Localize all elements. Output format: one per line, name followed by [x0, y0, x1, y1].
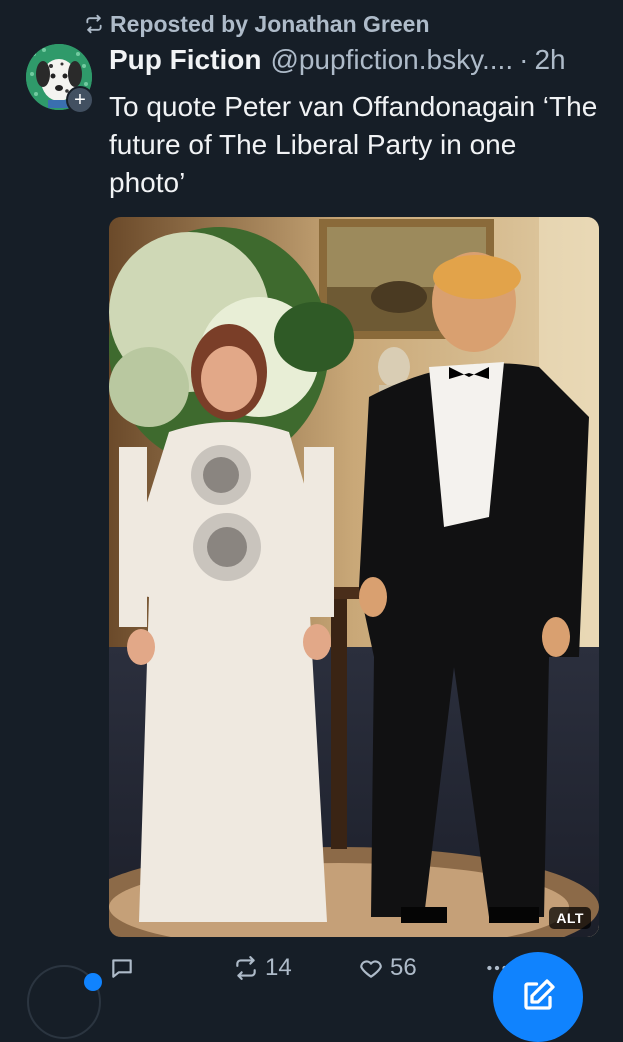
compose-icon [524, 979, 555, 1010]
post-text: To quote Peter van Offandonagain ‘The fu… [109, 91, 598, 198]
repost-indicator[interactable]: Reposted by Jonathan Green [84, 8, 430, 40]
repost-count: 14 [265, 954, 292, 981]
repost-button[interactable]: 14 [233, 948, 292, 988]
reply-icon [112, 959, 132, 978]
reply-button[interactable] [109, 948, 141, 988]
repost-icon [236, 956, 256, 980]
compose-button[interactable] [493, 952, 583, 1042]
heart-icon [360, 960, 382, 978]
like-count: 56 [390, 954, 417, 981]
follow-plus-icon[interactable]: + [66, 86, 94, 114]
repost-label: Reposted by Jonathan Green [110, 10, 430, 37]
separator-dot: · [519, 44, 529, 75]
notification-dot [84, 973, 102, 991]
like-button[interactable]: 56 [358, 948, 417, 988]
author-handle[interactable]: @pupfiction.bsky.... [270, 44, 513, 76]
post-image[interactable]: ALT [109, 217, 599, 937]
post-header: Pup Fiction @pupfiction.bsky.... · 2h [109, 44, 609, 84]
photo-illustration [109, 217, 599, 937]
post-timestamp[interactable]: 2h [534, 44, 565, 76]
author-display-name[interactable]: Pup Fiction [109, 44, 261, 76]
repost-icon [86, 14, 102, 34]
alt-text-badge[interactable]: ALT [549, 907, 591, 929]
